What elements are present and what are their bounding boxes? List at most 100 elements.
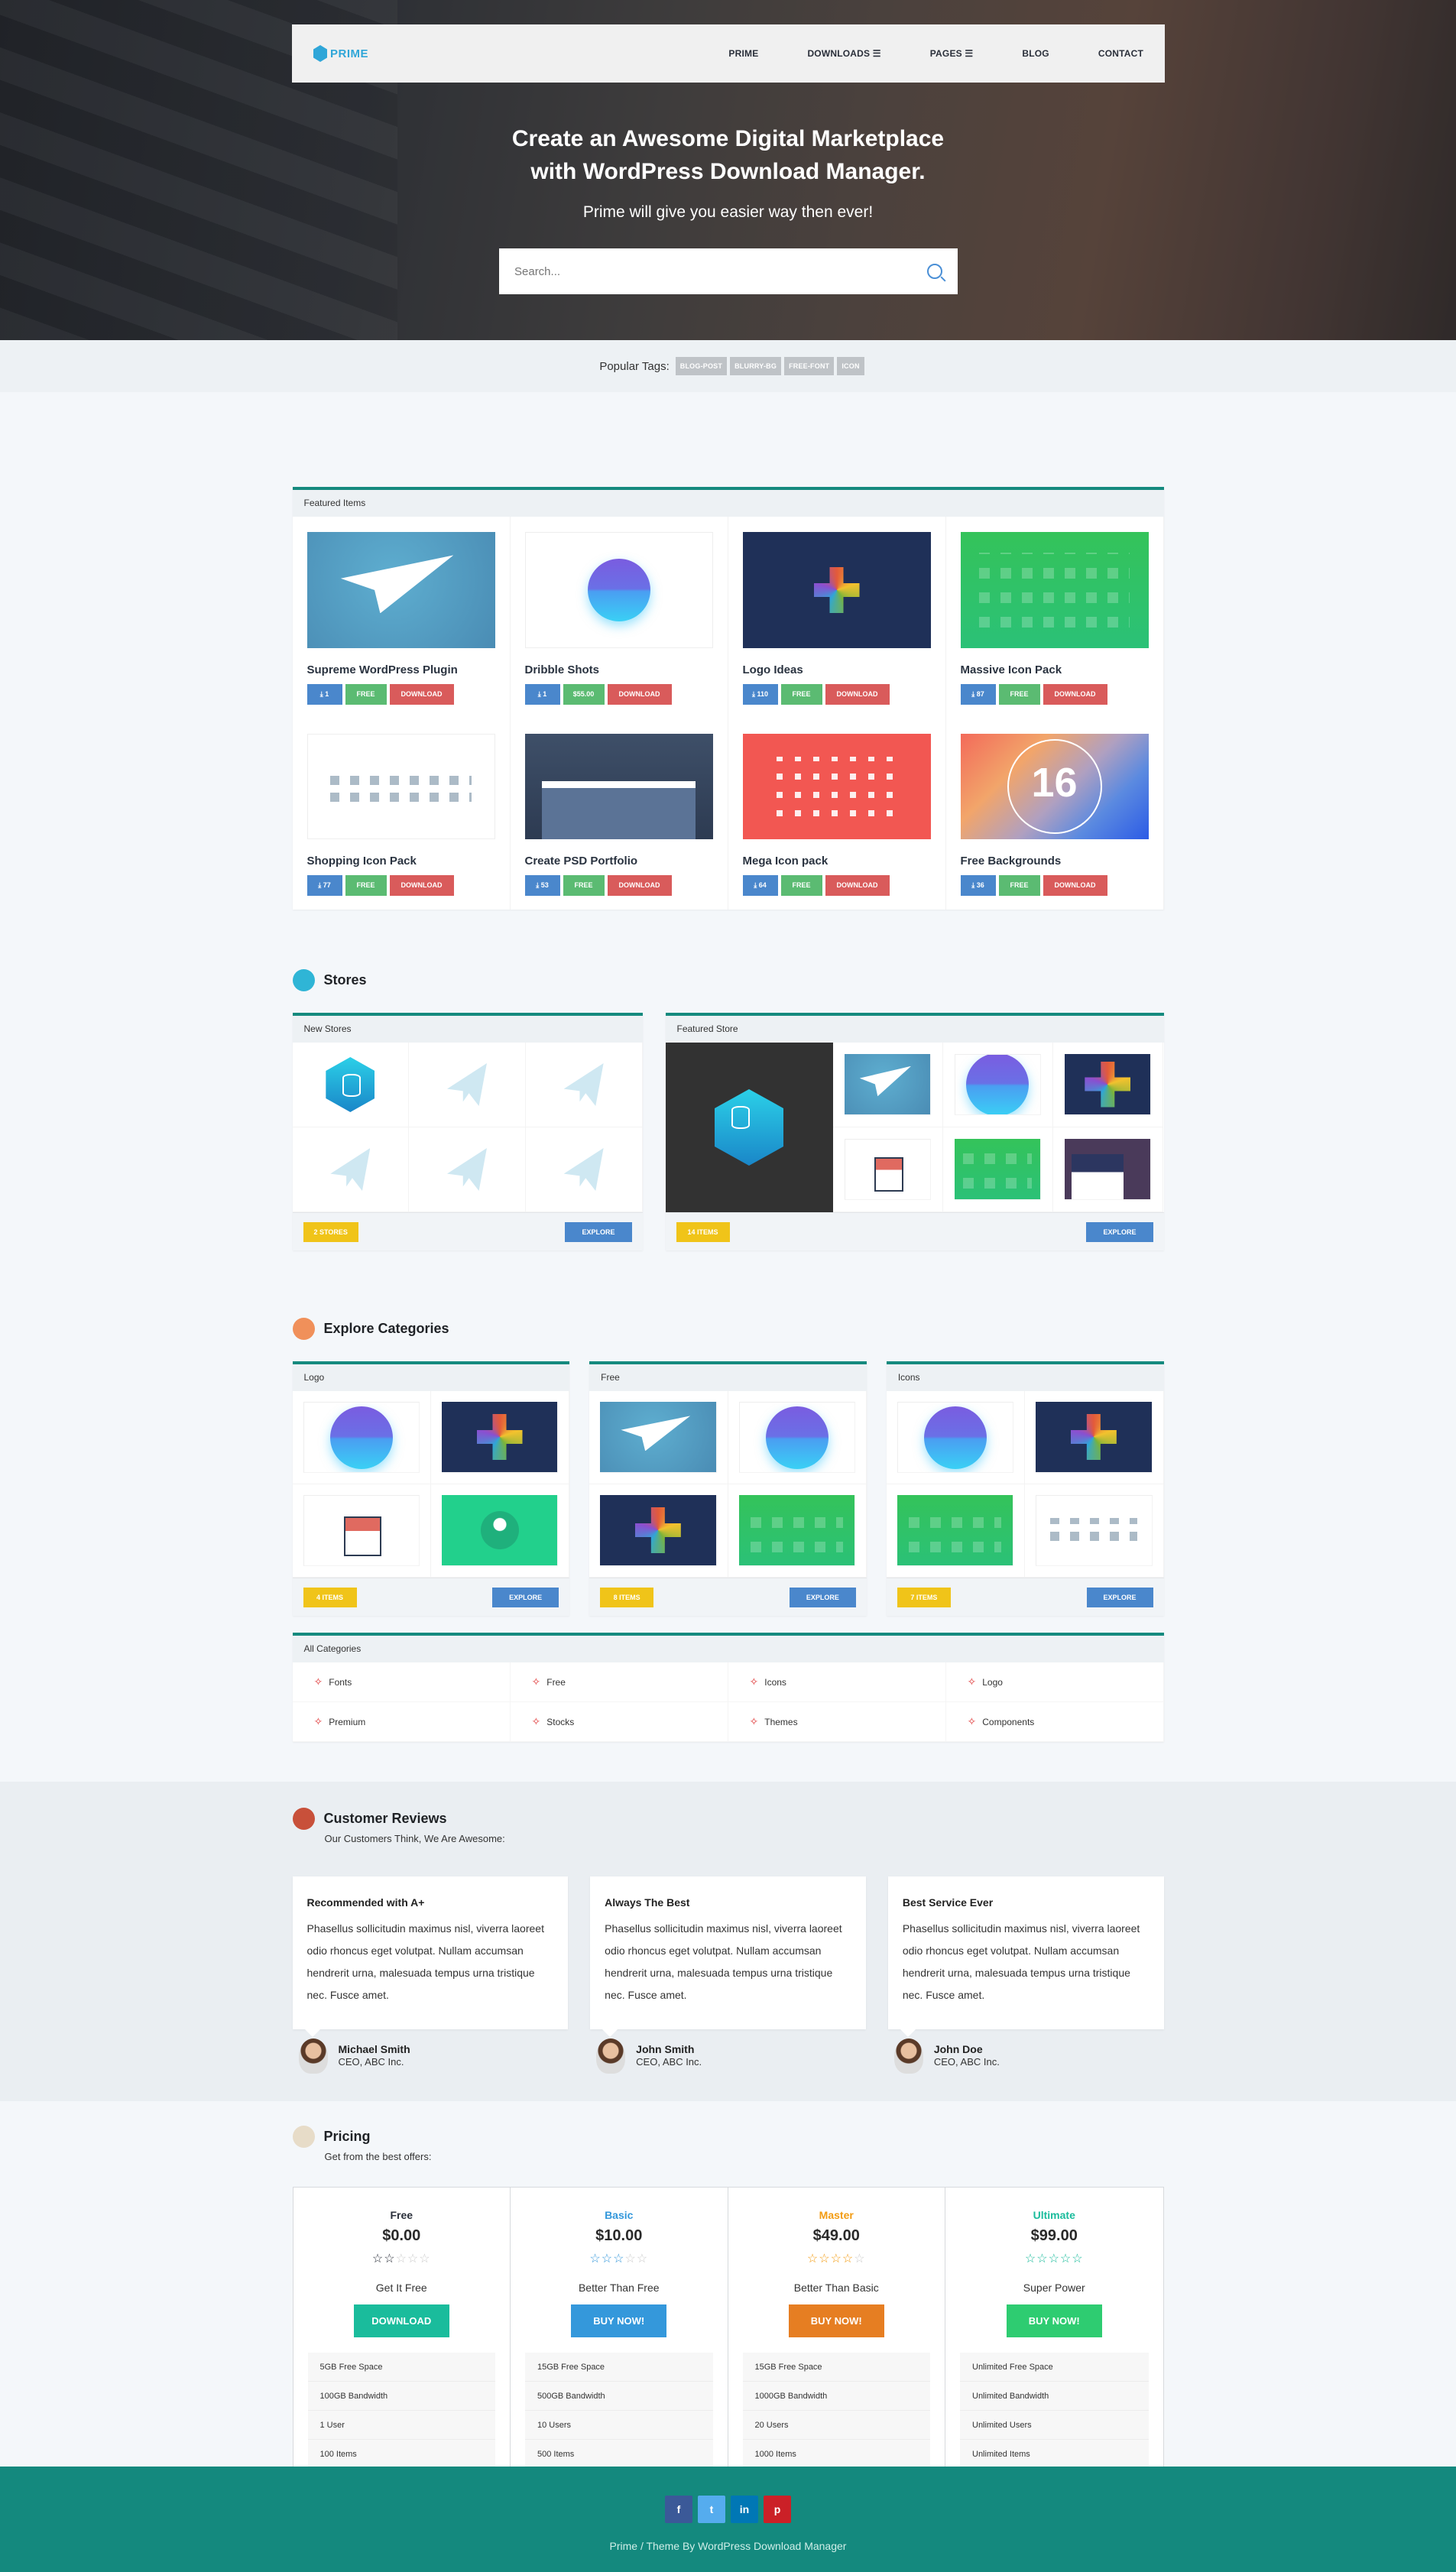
download-button[interactable]: DOWNLOAD	[607, 684, 672, 705]
star-icon: ☆	[624, 2253, 637, 2266]
site-logo[interactable]: PRIME	[313, 45, 368, 62]
category-item[interactable]	[430, 1391, 570, 1484]
category-link[interactable]: ✧ Free	[510, 1662, 728, 1702]
item-count-badge[interactable]: 8 ITEMS	[600, 1587, 654, 1607]
download-button[interactable]: DOWNLOAD	[825, 875, 890, 896]
plan-buy-button[interactable]: BUY NOW!	[571, 2304, 667, 2337]
explore-button[interactable]: EXPLORE	[1086, 1221, 1153, 1242]
item-thumbnail	[897, 1495, 1014, 1566]
download-button[interactable]: DOWNLOAD	[389, 684, 454, 705]
item-thumbnail[interactable]	[960, 734, 1149, 839]
store-item[interactable]	[832, 1043, 943, 1127]
pricing-plan: Ultimate $99.00 ☆☆☆☆☆ Super Power BUY NO…	[945, 2188, 1163, 2481]
explore-button[interactable]: EXPLORE	[1086, 1587, 1153, 1607]
category-item[interactable]	[1025, 1391, 1164, 1484]
store-logo[interactable]	[665, 1043, 833, 1212]
category-link[interactable]: ✧ Icons	[728, 1662, 946, 1702]
download-button[interactable]: DOWNLOAD	[1043, 875, 1107, 896]
category-item[interactable]	[430, 1484, 570, 1578]
plan-buy-button[interactable]: DOWNLOAD	[353, 2304, 449, 2337]
search-icon[interactable]	[927, 264, 942, 279]
store-item[interactable]	[1053, 1043, 1164, 1127]
review-heading: Best Service Ever	[902, 1896, 994, 1909]
item-count-badge[interactable]: 4 ITEMS	[303, 1587, 357, 1607]
category-link[interactable]: ✧ Logo	[945, 1662, 1164, 1702]
store-item[interactable]	[292, 1043, 410, 1127]
star-icon: ☆	[589, 2253, 602, 2266]
category-item[interactable]	[728, 1484, 867, 1578]
facebook-icon[interactable]: f	[665, 2496, 692, 2523]
category-item[interactable]	[292, 1484, 431, 1578]
reviews-section: Customer Reviews Our Customers Think, We…	[0, 1782, 1456, 2101]
item-title[interactable]: Supreme WordPress Plugin	[307, 663, 495, 676]
store-item[interactable]	[832, 1127, 943, 1212]
category-link[interactable]: ✧ Stocks	[510, 1702, 728, 1742]
category-link[interactable]: ✧ Premium	[292, 1702, 511, 1742]
store-count-badge[interactable]: 2 STORES	[303, 1221, 358, 1242]
store-item[interactable]	[1053, 1127, 1164, 1212]
explore-button[interactable]: EXPLORE	[789, 1587, 856, 1607]
item-thumbnail[interactable]	[742, 532, 931, 648]
item-title[interactable]: Shopping Icon Pack	[307, 855, 495, 868]
download-button[interactable]: DOWNLOAD	[607, 875, 672, 896]
store-item[interactable]	[525, 1127, 643, 1212]
pricing-plan: Master $49.00 ☆☆☆☆☆ Better Than Basic BU…	[728, 2188, 945, 2481]
item-thumbnail[interactable]	[306, 532, 495, 648]
item-title[interactable]: Mega Icon pack	[743, 855, 931, 868]
store-item[interactable]	[942, 1043, 1054, 1127]
category-item[interactable]	[1025, 1484, 1164, 1578]
item-count-badge[interactable]: 14 ITEMS	[676, 1221, 730, 1242]
category-item[interactable]	[589, 1391, 728, 1484]
item-thumbnail[interactable]	[524, 734, 713, 839]
search-input[interactable]	[514, 264, 927, 278]
item-thumbnail[interactable]	[960, 532, 1149, 648]
tag[interactable]: FREE-FONT	[784, 357, 835, 375]
item-title[interactable]: Create PSD Portfolio	[525, 855, 713, 868]
twitter-icon[interactable]: t	[698, 2496, 725, 2523]
tag[interactable]: ICON	[837, 357, 864, 375]
download-button[interactable]: DOWNLOAD	[825, 684, 890, 705]
item-thumbnail[interactable]	[742, 734, 931, 839]
category-name: Logo	[982, 1676, 1003, 1688]
item-count-badge[interactable]: 7 ITEMS	[897, 1587, 951, 1607]
download-button[interactable]: DOWNLOAD	[1043, 684, 1107, 705]
download-count-value: 77	[323, 881, 331, 889]
item-title[interactable]: Logo Ideas	[743, 663, 931, 676]
explore-button[interactable]: EXPLORE	[492, 1587, 559, 1607]
item-thumbnail[interactable]	[306, 734, 495, 839]
plan-buy-button[interactable]: BUY NOW!	[788, 2304, 884, 2337]
category-item[interactable]	[728, 1391, 867, 1484]
item-title[interactable]: Dribble Shots	[525, 663, 713, 676]
tag[interactable]: BLOG-POST	[675, 357, 728, 375]
item-thumbnail	[738, 1402, 855, 1473]
store-item[interactable]	[409, 1127, 526, 1212]
category-item[interactable]	[886, 1391, 1026, 1484]
star-icon: ☆	[1059, 2253, 1072, 2266]
download-button[interactable]: DOWNLOAD	[389, 875, 454, 896]
nav-downloads[interactable]: DOWNLOADS ☰	[807, 48, 880, 59]
nav-contact[interactable]: CONTACT	[1098, 48, 1143, 59]
pinterest-icon[interactable]: p	[764, 2496, 791, 2523]
price-badge: FREE	[998, 684, 1040, 705]
store-item[interactable]	[292, 1127, 410, 1212]
item-title[interactable]: Massive Icon Pack	[961, 663, 1149, 676]
item-title[interactable]: Free Backgrounds	[961, 855, 1149, 868]
category-link[interactable]: ✧ Themes	[728, 1702, 946, 1742]
store-item[interactable]	[942, 1127, 1054, 1212]
linkedin-icon[interactable]: in	[731, 2496, 758, 2523]
category-item[interactable]	[589, 1484, 728, 1578]
category-item[interactable]	[292, 1391, 431, 1484]
category-link[interactable]: ✧ Fonts	[292, 1662, 511, 1702]
category-item[interactable]	[886, 1484, 1026, 1578]
category-link[interactable]: ✧ Components	[945, 1702, 1164, 1742]
explore-button[interactable]: EXPLORE	[565, 1221, 632, 1242]
nav-prime[interactable]: PRIME	[728, 48, 758, 59]
nav-pages[interactable]: PAGES ☰	[930, 48, 974, 59]
store-item[interactable]	[409, 1043, 526, 1127]
plan-buy-button[interactable]: BUY NOW!	[1006, 2304, 1102, 2337]
tag[interactable]: BLURRY-BG	[730, 357, 782, 375]
item-thumbnail[interactable]	[524, 532, 713, 648]
panel-header: New Stores	[292, 1016, 643, 1043]
store-item[interactable]	[525, 1043, 643, 1127]
nav-blog[interactable]: BLOG	[1022, 48, 1049, 59]
